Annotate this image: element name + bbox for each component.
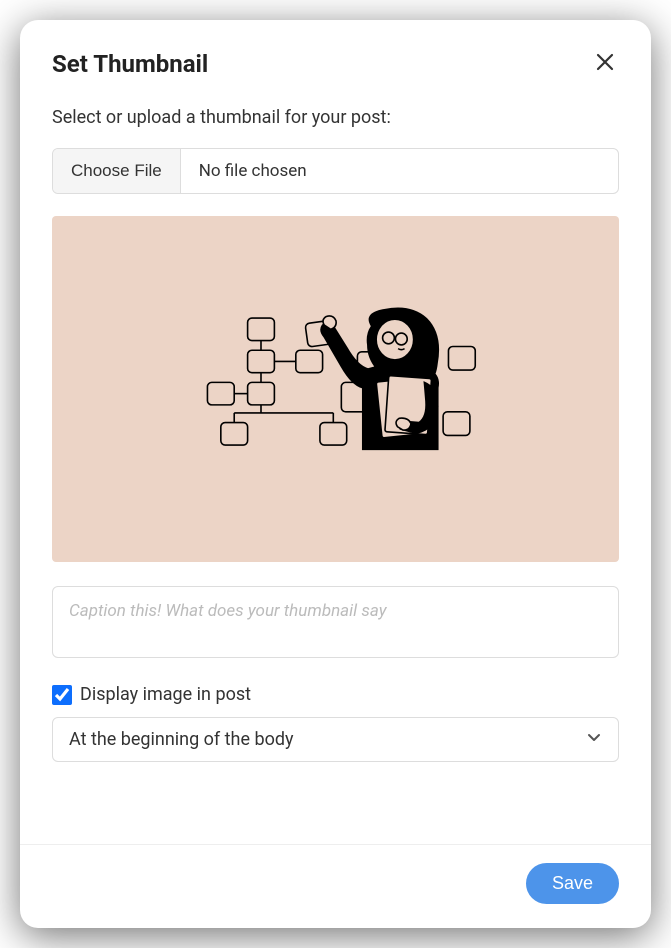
image-position-select[interactable]: At the beginning of the body <box>52 717 619 762</box>
image-position-value: At the beginning of the body <box>69 729 294 750</box>
display-in-post-row: Display image in post <box>52 684 619 705</box>
modal-header: Set Thumbnail <box>20 20 651 97</box>
modal-title: Set Thumbnail <box>52 50 208 78</box>
display-in-post-label: Display image in post <box>80 684 251 705</box>
modal-footer: Save <box>20 844 651 928</box>
set-thumbnail-modal: Set Thumbnail Select or upload a thumbna… <box>20 20 651 928</box>
close-button[interactable] <box>591 48 619 79</box>
thumbnail-preview <box>52 216 619 562</box>
display-in-post-checkbox[interactable] <box>52 685 72 705</box>
save-button[interactable]: Save <box>526 863 619 904</box>
choose-file-button[interactable]: Choose File <box>53 149 181 193</box>
modal-body: Select or upload a thumbnail for your po… <box>20 97 651 844</box>
illustration-person-flowchart <box>186 294 486 483</box>
file-status-text: No file chosen <box>181 149 618 193</box>
file-input-row: Choose File No file chosen <box>52 148 619 194</box>
instruction-text: Select or upload a thumbnail for your po… <box>52 107 619 128</box>
caption-input[interactable] <box>52 586 619 658</box>
chevron-down-icon <box>586 729 602 750</box>
close-icon <box>595 52 615 75</box>
